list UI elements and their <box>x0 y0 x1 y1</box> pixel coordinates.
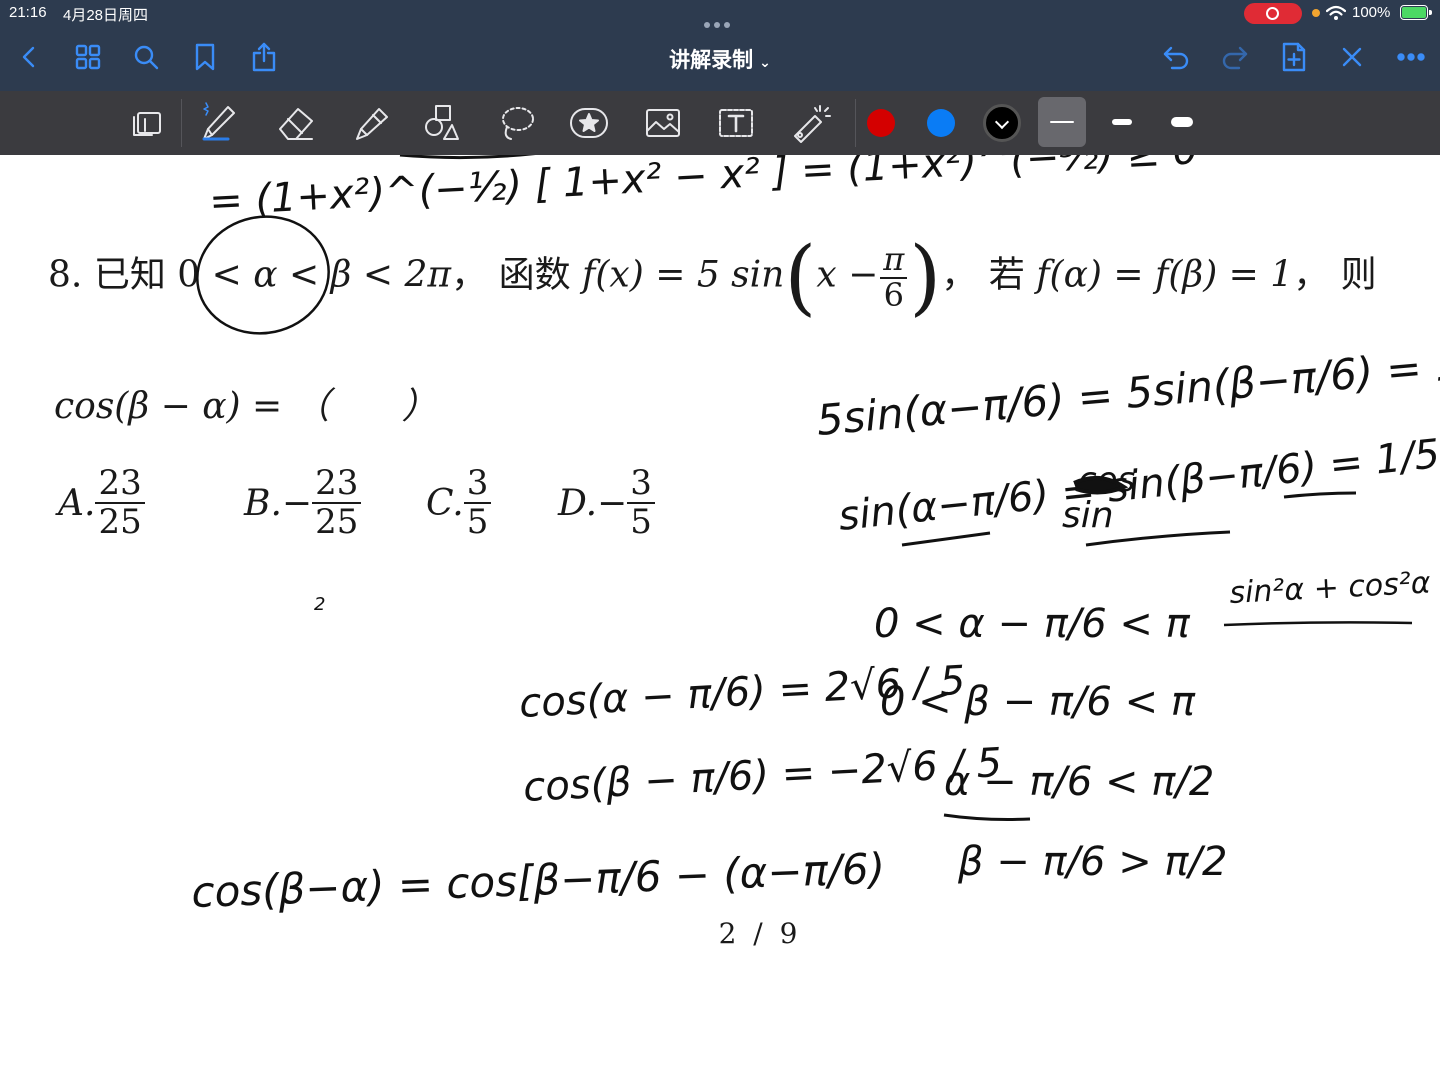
stroke-medium-option[interactable] <box>1098 97 1146 147</box>
chevron-down-icon: ⌄ <box>759 55 771 71</box>
nav-bar: 讲解录制 ⌄ <box>0 26 1440 91</box>
add-page-button[interactable] <box>1277 40 1311 74</box>
image-icon <box>646 109 680 137</box>
ink-ineq1: 0 < α − π/6 < π <box>874 601 1191 647</box>
redo-icon <box>1222 46 1248 70</box>
page-layout-icon <box>133 112 161 136</box>
color-blue-swatch[interactable] <box>927 109 955 137</box>
highlighter-tool[interactable] <box>347 101 395 145</box>
battery-percent: 100% <box>1352 4 1391 21</box>
more-icon <box>1397 53 1425 61</box>
close-button[interactable] <box>1335 40 1369 74</box>
ink-underline <box>901 531 991 547</box>
sticker-tool[interactable] <box>565 101 613 145</box>
pen-tool[interactable] <box>194 101 242 145</box>
color-black-swatch-selected[interactable] <box>983 104 1021 142</box>
ink-r2-sin: sin <box>1062 495 1114 536</box>
search-icon <box>134 45 159 70</box>
toolbar-divider <box>855 99 856 147</box>
grid-icon <box>75 44 101 70</box>
status-bar: 21:16 4月28日周四 100% <box>0 0 1440 28</box>
eraser-icon <box>279 108 313 140</box>
ink-stray: 2 <box>314 594 325 615</box>
eraser-tool[interactable] <box>272 101 320 145</box>
status-time: 21:16 <box>9 4 47 21</box>
ink-circle <box>196 215 330 335</box>
ink-top-line: = (1+x²)^(−½) [ 1+x² − x² ] = (1+x²)^(−³… <box>208 155 1199 225</box>
image-tool[interactable] <box>639 101 687 145</box>
ink-underline <box>1283 491 1357 499</box>
share-icon <box>252 42 276 72</box>
top-chrome: 21:16 4月28日周四 100% 讲解录制 ⌄ <box>0 0 1440 91</box>
close-icon <box>1342 47 1362 67</box>
text-tool[interactable] <box>712 101 760 145</box>
ink-final: cos(β−α) = cos[β−π/6 − (α−π/6) <box>191 844 886 917</box>
search-button[interactable] <box>129 40 163 74</box>
bookmark-icon <box>195 43 215 71</box>
battery-icon <box>1400 5 1432 20</box>
text-icon <box>719 109 753 137</box>
ink-c2: cos(β − π/6) = −2√6 / 5 <box>522 740 1003 811</box>
document-page[interactable]: 8. 已知 0 < α < β < 2π， 函数 f(x) = 5 sin(x … <box>0 155 1440 1080</box>
stroke-thick-option[interactable] <box>1158 97 1206 147</box>
wifi-icon <box>1326 5 1346 20</box>
share-button[interactable] <box>247 40 281 74</box>
handwriting-layer[interactable]: = (1+x²)^(−½) [ 1+x² − x² ] = (1+x²)^(−³… <box>0 155 1440 1080</box>
grid-button[interactable] <box>71 40 105 74</box>
back-button[interactable] <box>12 40 46 74</box>
back-icon <box>22 46 35 68</box>
ink-underline <box>1223 621 1413 627</box>
stroke-thin-option[interactable] <box>1038 97 1086 147</box>
status-date: 4月28日周四 <box>63 7 149 24</box>
document-title: 讲解录制 <box>669 48 754 72</box>
ink-ineq4: β − π/6 > π/2 <box>957 839 1227 885</box>
shapes-icon <box>425 105 459 140</box>
ink-r2: sin(α−π/6) = sin(β−π/6) = 1/5 <box>836 431 1440 540</box>
lasso-tool[interactable] <box>493 101 541 145</box>
ink-stroke <box>399 155 536 160</box>
ink-underline <box>943 813 1031 821</box>
undo-icon <box>1163 46 1189 70</box>
toolbar-divider <box>181 99 182 147</box>
multitasking-dots-icon[interactable] <box>704 13 736 28</box>
screen-recording-icon[interactable] <box>1244 3 1302 24</box>
sticker-icon <box>570 108 608 138</box>
laser-pointer-tool[interactable] <box>786 101 834 145</box>
document-title-menu[interactable]: 讲解录制 ⌄ <box>640 44 800 74</box>
mic-indicator-icon <box>1312 9 1320 17</box>
drawing-toolbar <box>0 91 1440 155</box>
undo-button[interactable] <box>1159 40 1193 74</box>
page-layout-tool[interactable] <box>124 101 172 145</box>
more-button[interactable] <box>1394 40 1428 74</box>
highlighter-icon <box>356 108 388 140</box>
pen-icon <box>202 102 235 141</box>
bookmark-button[interactable] <box>188 40 222 74</box>
color-red-swatch[interactable] <box>867 109 895 137</box>
redo-button[interactable] <box>1218 40 1252 74</box>
laser-pointer-icon <box>794 105 831 143</box>
lasso-icon <box>502 107 534 140</box>
ink-identity: sin²α + cos²α = 1 <box>1229 562 1440 611</box>
shapes-tool[interactable] <box>418 101 466 145</box>
ink-r1: 5sin(α−π/6) = 5sin(β−π/6) = 1 <box>815 340 1440 445</box>
add-page-icon <box>1282 42 1306 72</box>
